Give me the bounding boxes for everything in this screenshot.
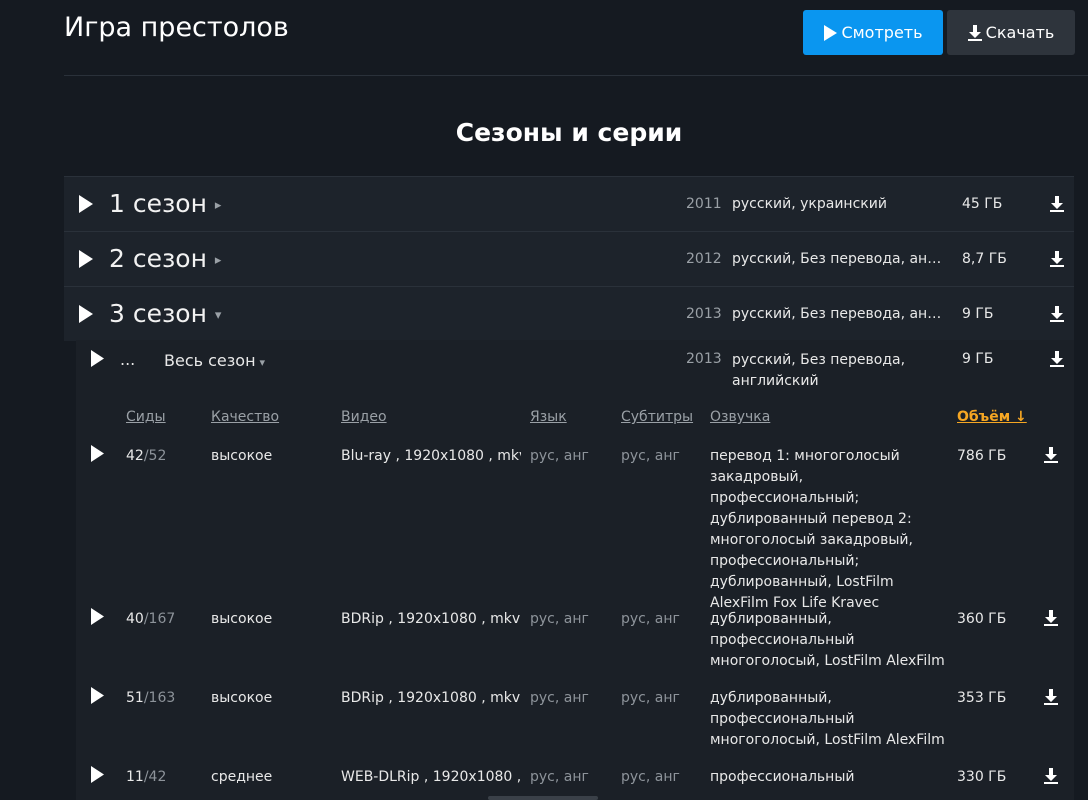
quality: высокое xyxy=(211,448,273,464)
table-row[interactable]: 42/52 высокое Blu-ray , 1920x1080 , mkv … xyxy=(76,442,1074,611)
page: Игра престолов Смотреть Скачать Сезоны и… xyxy=(0,0,1088,800)
download-button[interactable]: Скачать xyxy=(947,10,1075,55)
download-icon[interactable] xyxy=(1050,306,1064,322)
voiceover: профессиональный xyxy=(710,769,855,785)
chevron-right-icon[interactable]: ▸ xyxy=(215,198,222,213)
file-size: 353 ГБ xyxy=(957,690,1007,706)
chevron-down-icon: ▾ xyxy=(259,356,266,369)
video-format: BDRip , 1920x1080 , mkv xyxy=(341,611,521,627)
table-row[interactable]: 51/163 высокое BDRip , 1920x1080 , mkv р… xyxy=(76,684,1074,760)
voiceover: дублированный, профессиональный многогол… xyxy=(710,690,945,748)
whole-season-languages: русский, Без перевода, английский xyxy=(732,352,906,389)
chevron-down-icon[interactable]: ▾ xyxy=(215,308,222,323)
season-year: 2012 xyxy=(686,251,722,267)
video-format: BDRip , 1920x1080 , mkv xyxy=(341,690,521,706)
watch-button[interactable]: Смотреть xyxy=(803,10,943,55)
voiceover: перевод 1: многоголосый закадровый, проф… xyxy=(710,448,913,611)
quality: высокое xyxy=(211,690,273,706)
file-size: 786 ГБ xyxy=(957,448,1007,464)
audio-language: рус, анг xyxy=(530,611,589,627)
season-row-1[interactable]: 1 сезон ▸ 2011 русский, украинский 45 ГБ xyxy=(64,176,1074,231)
season-year: 2011 xyxy=(686,196,722,212)
table-row[interactable]: 40/167 высокое BDRip , 1920x1080 , mkv р… xyxy=(76,605,1074,681)
audio-language: рус, анг xyxy=(530,690,589,706)
chevron-right-icon[interactable]: ▸ xyxy=(215,253,222,268)
play-icon[interactable] xyxy=(91,608,104,625)
play-icon[interactable] xyxy=(79,250,93,268)
whole-season-year: 2013 xyxy=(686,351,722,367)
column-header-subtitles[interactable]: Субтитры xyxy=(621,409,693,425)
table-row[interactable]: 11/42 среднее WEB-DLRip , 1920x1080 , ру… xyxy=(76,763,1074,800)
section-title: Сезоны и серии xyxy=(455,118,683,147)
seeds-count: 11/42 xyxy=(126,769,167,785)
season-size: 9 ГБ xyxy=(962,306,994,322)
download-icon[interactable] xyxy=(1050,196,1064,212)
quality: среднее xyxy=(211,769,273,785)
seeds-count: 51/163 xyxy=(126,690,176,706)
subtitles: рус, анг xyxy=(621,769,680,785)
download-icon[interactable] xyxy=(1050,251,1064,267)
audio-language: рус, анг xyxy=(530,448,589,464)
season-size: 8,7 ГБ xyxy=(962,251,1007,267)
season-year: 2013 xyxy=(686,306,722,322)
header: Игра престолов Смотреть Скачать xyxy=(64,0,1088,76)
season-languages: русский, Без перевода, английский xyxy=(732,306,947,322)
quality: высокое xyxy=(211,611,273,627)
download-button-label: Скачать xyxy=(985,23,1055,42)
season-row-3[interactable]: 3 сезон ▾ 2013 русский, Без перевода, анг… xyxy=(64,286,1074,341)
watch-button-label: Смотреть xyxy=(841,23,923,42)
download-icon[interactable] xyxy=(1044,610,1058,626)
more-icon[interactable]: ... xyxy=(120,350,135,369)
play-icon xyxy=(824,24,838,41)
season-row-2[interactable]: 2 сезон ▸ 2012 русский, Без перевода, анг… xyxy=(64,231,1074,286)
play-icon[interactable] xyxy=(91,445,104,462)
play-icon[interactable] xyxy=(91,766,104,783)
column-header-seeds[interactable]: Сиды xyxy=(126,409,166,425)
column-header-video[interactable]: Видео xyxy=(341,409,387,425)
seeds-count: 40/167 xyxy=(126,611,176,627)
season-languages: русский, украинский xyxy=(732,196,887,212)
download-icon[interactable] xyxy=(1044,768,1058,784)
video-format: WEB-DLRip , 1920x1080 , xyxy=(341,769,521,785)
download-icon[interactable] xyxy=(1050,351,1064,367)
download-icon xyxy=(967,24,982,41)
column-header-size[interactable]: Объём ↓ xyxy=(957,409,1027,425)
page-title: Игра престолов xyxy=(64,12,289,43)
season-name: 2 сезон ▸ xyxy=(109,244,222,273)
season-name: 1 сезон ▸ xyxy=(109,189,222,218)
subtitles: рус, анг xyxy=(621,690,680,706)
seeds-count: 42/52 xyxy=(126,448,167,464)
play-icon[interactable] xyxy=(79,195,93,213)
column-header-language[interactable]: Язык xyxy=(530,409,567,425)
file-size: 330 ГБ xyxy=(957,769,1007,785)
download-icon[interactable] xyxy=(1044,689,1058,705)
play-icon[interactable] xyxy=(79,305,93,323)
play-icon[interactable] xyxy=(91,350,104,367)
scrollbar[interactable] xyxy=(488,796,598,800)
whole-season-size: 9 ГБ xyxy=(962,351,994,367)
column-header-voiceover[interactable]: Озвучка xyxy=(710,409,770,425)
season-size: 45 ГБ xyxy=(962,196,1003,212)
season-name: 3 сезон ▾ xyxy=(109,299,222,328)
play-icon[interactable] xyxy=(91,687,104,704)
subtitles: рус, анг xyxy=(621,448,680,464)
file-size: 360 ГБ xyxy=(957,611,1007,627)
subtitles: рус, анг xyxy=(621,611,680,627)
season-languages: русский, Без перевода, английский xyxy=(732,251,947,267)
whole-season-name[interactable]: Весь сезон ▾ xyxy=(164,351,265,370)
column-header-quality[interactable]: Качество xyxy=(211,409,279,425)
download-icon[interactable] xyxy=(1044,447,1058,463)
audio-language: рус, анг xyxy=(530,769,589,785)
whole-season-row[interactable]: ... Весь сезон ▾ 2013 русский, Без перево… xyxy=(76,340,1074,398)
season-details: ... Весь сезон ▾ 2013 русский, Без перево… xyxy=(76,340,1074,800)
video-format: Blu-ray , 1920x1080 , mkv xyxy=(341,448,521,464)
voiceover: дублированный, профессиональный многогол… xyxy=(710,611,945,669)
